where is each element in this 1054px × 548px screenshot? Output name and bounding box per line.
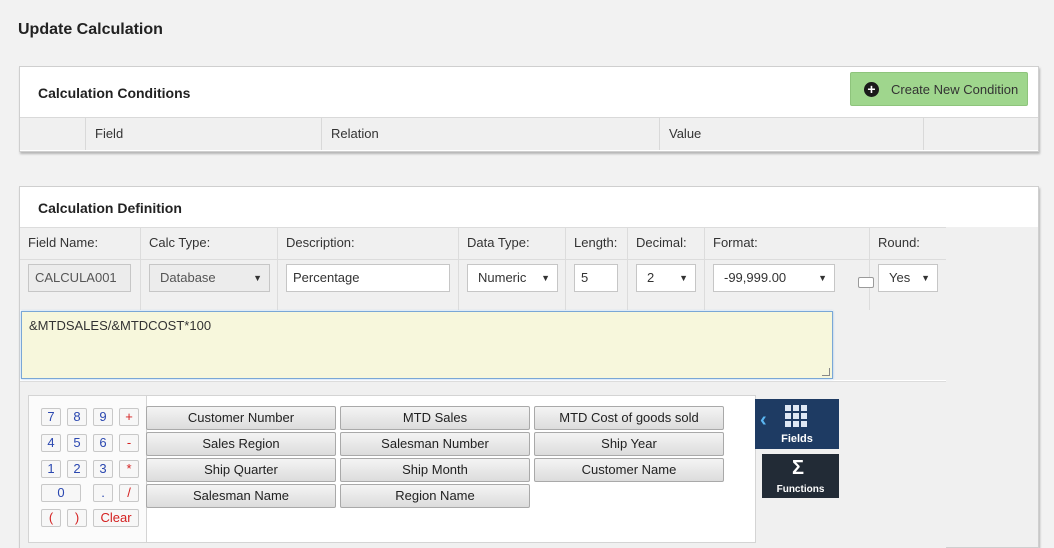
- key-4[interactable]: 4: [41, 434, 61, 452]
- key-9[interactable]: 9: [93, 408, 113, 426]
- comment-icon[interactable]: [858, 277, 874, 288]
- data-type-select[interactable]: Numeric ▼: [467, 264, 558, 292]
- conditions-col-relation: Relation: [322, 118, 660, 150]
- field-ship-month[interactable]: Ship Month: [340, 458, 530, 482]
- resize-handle[interactable]: [822, 368, 830, 376]
- create-new-condition-button[interactable]: + Create New Condition: [850, 72, 1028, 106]
- conditions-col-actions: [924, 118, 1038, 150]
- key-5[interactable]: 5: [67, 434, 87, 452]
- format-select[interactable]: -99,999.00 ▼: [713, 264, 835, 292]
- key-2[interactable]: 2: [67, 460, 87, 478]
- key-divide[interactable]: /: [119, 484, 139, 502]
- decimal-value: 2: [647, 270, 655, 285]
- conditions-title: Calculation Conditions: [38, 85, 191, 101]
- calc-type-value: Database: [160, 270, 216, 285]
- length-column: Length: 5: [566, 228, 628, 310]
- definition-field-grid: Field Name: CALCULA001 Calc Type: Databa…: [20, 227, 946, 310]
- conditions-col-field: Field: [86, 118, 322, 150]
- description-column: Description: Percentage: [278, 228, 459, 310]
- expression-builder: 7 8 9 + 4 5 6 - 1 2 3 * 0 . / ( ) Clear …: [28, 395, 756, 543]
- format-value: -99,999.00: [724, 270, 787, 285]
- key-8[interactable]: 8: [67, 408, 87, 426]
- chevron-down-icon: ▼: [921, 273, 930, 283]
- field-name-column: Field Name: CALCULA001: [20, 228, 141, 310]
- key-multiply[interactable]: *: [119, 460, 139, 478]
- calculation-conditions-panel: Calculation Conditions + Create New Cond…: [19, 66, 1039, 152]
- calc-type-select[interactable]: Database ▼: [149, 264, 270, 292]
- description-label: Description:: [286, 235, 355, 250]
- key-clear[interactable]: Clear: [93, 509, 139, 527]
- conditions-table-header: Field Relation Value: [20, 117, 1038, 150]
- conditions-col-value: Value: [660, 118, 924, 150]
- format-label: Format:: [713, 235, 758, 250]
- field-customer-name[interactable]: Customer Name: [534, 458, 724, 482]
- page-title: Update Calculation: [18, 21, 163, 38]
- functions-tab-label: Functions: [776, 484, 825, 495]
- calculation-definition-panel: Calculation Definition Field Name: CALCU…: [19, 186, 1039, 548]
- chevron-down-icon: ▼: [541, 273, 550, 283]
- field-name-label: Field Name:: [28, 235, 99, 250]
- definition-title: Calculation Definition: [38, 200, 182, 216]
- field-customer-number[interactable]: Customer Number: [146, 406, 336, 430]
- decimal-select[interactable]: 2 ▼: [636, 264, 696, 292]
- key-7[interactable]: 7: [41, 408, 61, 426]
- formula-text: &MTDSALES/&MTDCOST*100: [29, 318, 212, 333]
- chevron-down-icon: ▼: [679, 273, 688, 283]
- calc-type-column: Calc Type: Database ▼: [141, 228, 278, 310]
- sigma-icon: Σ: [792, 457, 805, 479]
- chevron-down-icon: ▼: [818, 273, 827, 283]
- chevron-down-icon: ▼: [253, 273, 262, 283]
- grid-icon: [785, 405, 807, 427]
- description-input[interactable]: Percentage: [286, 264, 450, 292]
- round-label: Round:: [878, 235, 920, 250]
- round-select[interactable]: Yes ▼: [878, 264, 938, 292]
- key-1[interactable]: 1: [41, 460, 61, 478]
- key-decimal[interactable]: .: [93, 484, 113, 502]
- create-new-condition-label: Create New Condition: [891, 81, 1019, 97]
- key-6[interactable]: 6: [93, 434, 113, 452]
- field-mtd-sales[interactable]: MTD Sales: [340, 406, 530, 430]
- decimal-column: Decimal: 2 ▼: [628, 228, 705, 310]
- key-3[interactable]: 3: [93, 460, 113, 478]
- key-open-paren[interactable]: (: [41, 509, 61, 527]
- field-salesman-name[interactable]: Salesman Name: [146, 484, 336, 508]
- data-type-column: Data Type: Numeric ▼: [459, 228, 566, 310]
- plus-circle-icon: +: [864, 81, 879, 97]
- fields-tab-label: Fields: [781, 433, 813, 445]
- round-column: Round: Yes ▼: [870, 228, 946, 310]
- field-sales-region[interactable]: Sales Region: [146, 432, 336, 456]
- calculator-keypad: 7 8 9 + 4 5 6 - 1 2 3 * 0 . / ( ) Clear: [29, 396, 147, 542]
- data-type-value: Numeric: [478, 270, 527, 285]
- field-name-input[interactable]: CALCULA001: [28, 264, 131, 292]
- length-input[interactable]: 5: [574, 264, 618, 292]
- key-0[interactable]: 0: [41, 484, 81, 502]
- key-close-paren[interactable]: ): [67, 509, 87, 527]
- formula-textarea[interactable]: &MTDSALES/&MTDCOST*100: [21, 311, 833, 379]
- field-region-name[interactable]: Region Name: [340, 484, 530, 508]
- length-label: Length:: [574, 235, 618, 250]
- conditions-col-blank: [20, 118, 86, 150]
- data-type-label: Data Type:: [467, 235, 530, 250]
- round-value: Yes: [889, 270, 911, 285]
- field-salesman-number[interactable]: Salesman Number: [340, 432, 530, 456]
- fields-tab-button[interactable]: ‹ Fields: [755, 399, 839, 449]
- key-minus[interactable]: -: [119, 434, 139, 452]
- decimal-label: Decimal:: [636, 235, 687, 250]
- chevron-left-icon: ‹: [760, 409, 767, 431]
- format-column: Format: -99,999.00 ▼: [705, 228, 870, 310]
- functions-tab-button[interactable]: Σ Functions: [762, 454, 839, 498]
- field-ship-year[interactable]: Ship Year: [534, 432, 724, 456]
- field-mtd-cost[interactable]: MTD Cost of goods sold: [534, 406, 724, 430]
- field-ship-quarter[interactable]: Ship Quarter: [146, 458, 336, 482]
- key-plus[interactable]: +: [119, 408, 139, 426]
- calc-type-label: Calc Type:: [149, 235, 211, 250]
